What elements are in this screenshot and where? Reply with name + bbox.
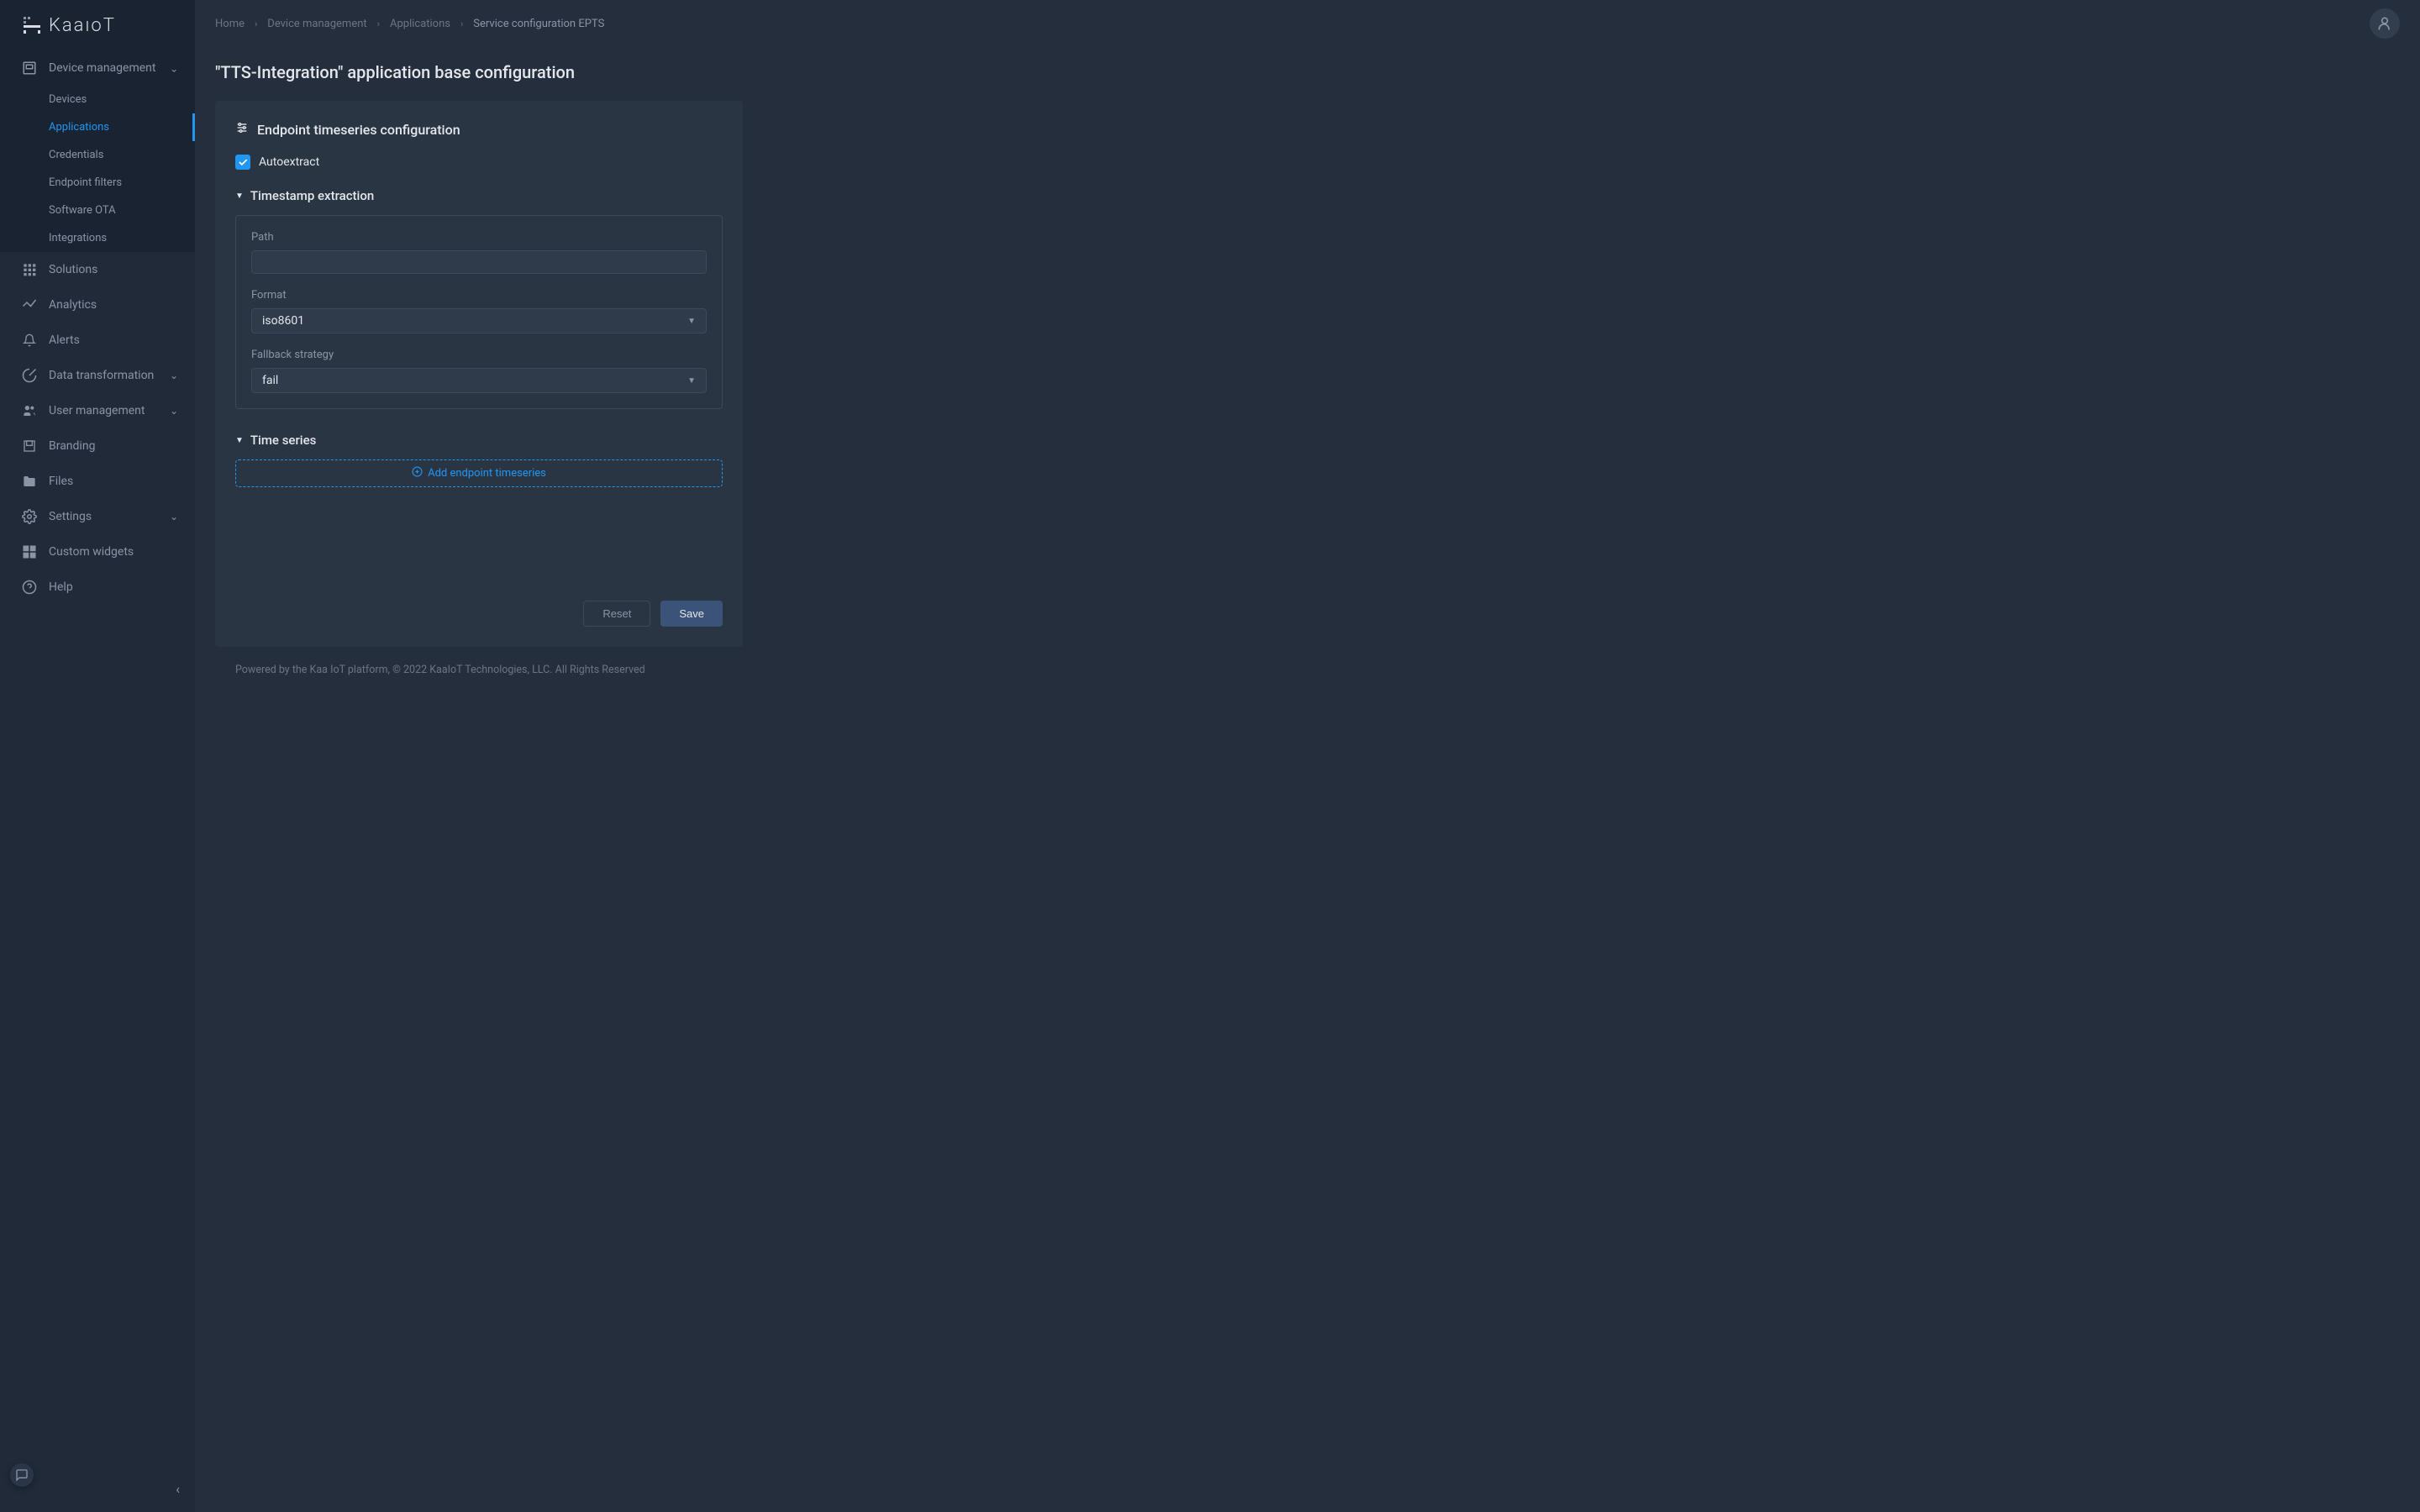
chevron-left-icon: ‹ bbox=[176, 1481, 180, 1497]
sidebar-sub-items: Devices Applications Credentials Endpoin… bbox=[0, 86, 195, 252]
plus-circle-icon bbox=[412, 466, 423, 480]
chevron-down-icon: ⌄ bbox=[170, 405, 178, 417]
fallback-select[interactable]: fail ▼ bbox=[251, 368, 707, 393]
chat-bubble[interactable] bbox=[10, 1463, 34, 1487]
timestamp-section-title: Timestamp extraction bbox=[250, 188, 374, 203]
breadcrumb: Home › Device management › Applications … bbox=[215, 18, 604, 30]
path-label: Path bbox=[251, 231, 707, 244]
breadcrumb-applications[interactable]: Applications bbox=[390, 18, 450, 30]
sidebar-item-files[interactable]: Files bbox=[0, 464, 195, 499]
sidebar-item-alerts[interactable]: Alerts bbox=[0, 323, 195, 358]
caret-down-icon: ▼ bbox=[235, 436, 244, 445]
page-title: "TTS-Integration" application base confi… bbox=[215, 62, 2400, 82]
folder-icon bbox=[22, 474, 37, 489]
breadcrumb-device-management[interactable]: Device management bbox=[267, 18, 366, 30]
device-icon bbox=[22, 60, 37, 76]
sidebar-item-label: Files bbox=[49, 475, 178, 488]
page-footer: Powered by the Kaa IoT platform, © 2022 … bbox=[215, 647, 2400, 693]
format-value: iso8601 bbox=[262, 314, 304, 328]
bell-icon bbox=[22, 333, 37, 348]
grid-icon bbox=[22, 262, 37, 277]
sidebar-item-label: User management bbox=[49, 404, 158, 417]
sidebar-item-label: Alerts bbox=[49, 333, 178, 347]
content-area: "TTS-Integration" application base confi… bbox=[195, 47, 2420, 1512]
sidebar-item-credentials[interactable]: Credentials bbox=[0, 141, 195, 169]
widgets-icon bbox=[22, 544, 37, 559]
timeseries-section-toggle[interactable]: ▼ Time series bbox=[235, 433, 723, 448]
sidebar-item-label: Solutions bbox=[49, 263, 178, 276]
dropdown-caret-icon: ▼ bbox=[687, 376, 696, 386]
gear-icon bbox=[22, 509, 37, 524]
caret-down-icon: ▼ bbox=[235, 192, 244, 201]
branding-icon bbox=[22, 438, 37, 454]
autoextract-checkbox[interactable] bbox=[235, 155, 250, 170]
help-icon bbox=[22, 580, 37, 595]
sliders-icon bbox=[235, 121, 249, 138]
user-icon bbox=[2376, 15, 2393, 32]
breadcrumb-current: Service configuration EPTS bbox=[473, 18, 604, 30]
chevron-down-icon: ⌄ bbox=[170, 511, 178, 522]
sidebar-item-label: Device management bbox=[49, 61, 158, 75]
chevron-right-icon: › bbox=[460, 18, 463, 29]
dropdown-caret-icon: ▼ bbox=[687, 317, 696, 326]
sidebar-item-user-management[interactable]: User management ⌄ bbox=[0, 393, 195, 428]
user-avatar[interactable] bbox=[2370, 8, 2400, 39]
add-timeseries-label: Add endpoint timeseries bbox=[428, 467, 546, 480]
logo[interactable]: KaaıoT bbox=[0, 0, 195, 50]
autoextract-row: Autoextract bbox=[235, 155, 723, 170]
analytics-icon bbox=[22, 297, 37, 312]
sidebar-item-device-management[interactable]: Device management ⌃ bbox=[0, 50, 195, 86]
path-input[interactable] bbox=[251, 250, 707, 274]
sidebar-item-label: Custom widgets bbox=[49, 545, 178, 559]
logo-text: KaaıoT bbox=[49, 15, 116, 36]
card-header: Endpoint timeseries configuration bbox=[235, 121, 723, 138]
format-select[interactable]: iso8601 ▼ bbox=[251, 308, 707, 333]
breadcrumb-home[interactable]: Home bbox=[215, 18, 245, 30]
sidebar-item-label: Settings bbox=[49, 510, 158, 523]
sidebar-item-software-ota[interactable]: Software OTA bbox=[0, 197, 195, 224]
logo-icon bbox=[22, 15, 42, 35]
reset-button[interactable]: Reset bbox=[583, 601, 650, 627]
sidebar-item-endpoint-filters[interactable]: Endpoint filters bbox=[0, 169, 195, 197]
sidebar-item-devices[interactable]: Devices bbox=[0, 86, 195, 113]
format-label: Format bbox=[251, 289, 707, 302]
sidebar-nav: Device management ⌃ Devices Applications… bbox=[0, 50, 195, 1512]
topbar: Home › Device management › Applications … bbox=[195, 0, 2420, 47]
sidebar-item-applications[interactable]: Applications bbox=[0, 113, 195, 141]
sidebar-item-custom-widgets[interactable]: Custom widgets bbox=[0, 534, 195, 570]
sidebar-item-label: Branding bbox=[49, 439, 178, 453]
collapse-sidebar[interactable]: ‹ bbox=[171, 1476, 185, 1502]
users-icon bbox=[22, 403, 37, 418]
card-title: Endpoint timeseries configuration bbox=[257, 122, 460, 138]
sidebar-item-label: Analytics bbox=[49, 298, 178, 312]
fallback-label: Fallback strategy bbox=[251, 349, 707, 361]
timestamp-section-toggle[interactable]: ▼ Timestamp extraction bbox=[235, 188, 723, 203]
card-footer: Reset Save bbox=[235, 601, 723, 627]
chevron-right-icon: › bbox=[377, 18, 380, 29]
sidebar-item-branding[interactable]: Branding bbox=[0, 428, 195, 464]
save-button[interactable]: Save bbox=[660, 601, 723, 627]
sidebar: KaaıoT Device management ⌃ Devices Appli… bbox=[0, 0, 195, 1512]
chat-icon bbox=[15, 1468, 29, 1482]
chevron-down-icon: ⌄ bbox=[170, 370, 178, 381]
sidebar-item-label: Data transformation bbox=[49, 369, 158, 382]
timestamp-fieldset: Path Format iso8601 ▼ Fallback strategy … bbox=[235, 215, 723, 409]
autoextract-label: Autoextract bbox=[259, 155, 319, 169]
sidebar-item-help[interactable]: Help bbox=[0, 570, 195, 605]
main-content: Home › Device management › Applications … bbox=[195, 0, 2420, 1512]
timeseries-section-title: Time series bbox=[250, 433, 316, 448]
sidebar-item-label: Help bbox=[49, 580, 178, 594]
add-timeseries-button[interactable]: Add endpoint timeseries bbox=[235, 459, 723, 487]
sidebar-item-data-transformation[interactable]: Data transformation ⌄ bbox=[0, 358, 195, 393]
chevron-right-icon: › bbox=[255, 18, 257, 29]
transform-icon bbox=[22, 368, 37, 383]
check-icon bbox=[237, 156, 249, 168]
sidebar-item-integrations[interactable]: Integrations bbox=[0, 224, 195, 252]
fallback-value: fail bbox=[262, 374, 278, 387]
sidebar-item-settings[interactable]: Settings ⌄ bbox=[0, 499, 195, 534]
sidebar-item-solutions[interactable]: Solutions bbox=[0, 252, 195, 287]
config-card: Endpoint timeseries configuration Autoex… bbox=[215, 101, 743, 647]
sidebar-item-analytics[interactable]: Analytics bbox=[0, 287, 195, 323]
chevron-up-icon: ⌃ bbox=[170, 62, 178, 74]
